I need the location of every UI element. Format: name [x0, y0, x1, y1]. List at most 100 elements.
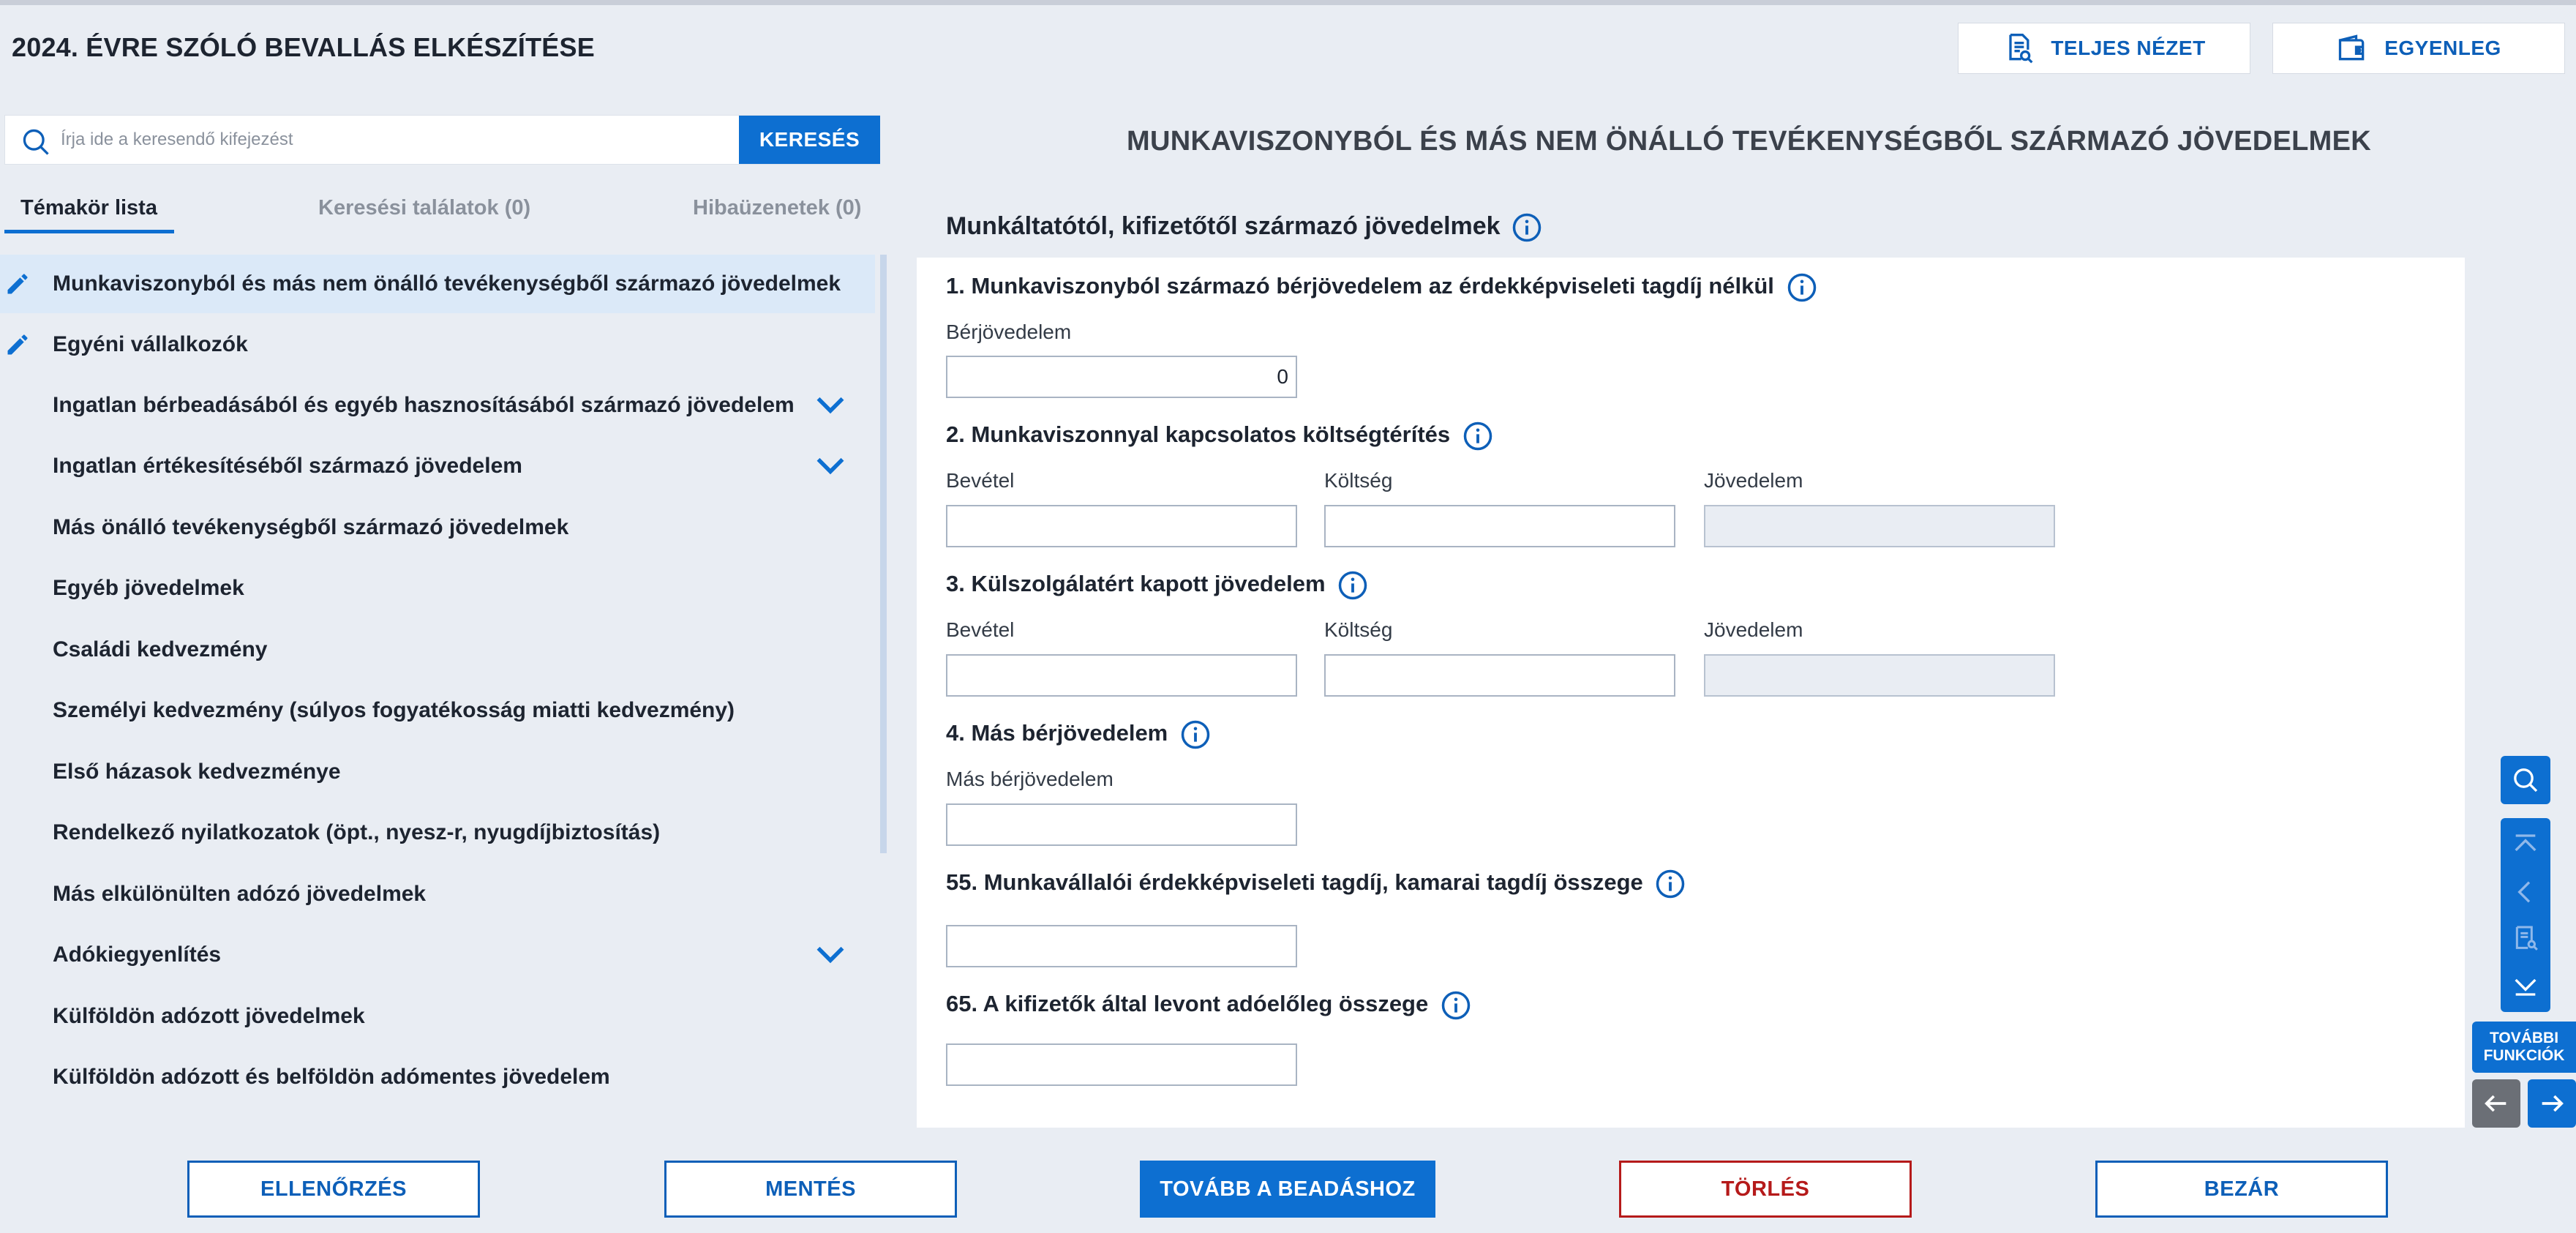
question-55-title: 55. Munkavállalói érdekképviseleti tagdí… [946, 869, 1686, 899]
full-view-label: TELJES NÉZET [2051, 37, 2206, 59]
q2-revenue-input[interactable] [946, 505, 1297, 547]
wage-income-label: Bérjövedelem [946, 321, 1072, 343]
tax-advance-input[interactable] [946, 1043, 1297, 1086]
topic-label: Egyéni vállalkozók [53, 332, 248, 356]
pencil-icon [7, 274, 28, 294]
question-2-title-text: 2. Munkaviszonnyal kapcsolatos költségté… [946, 421, 1451, 448]
other-wage-input[interactable] [946, 803, 1297, 846]
section-title: MUNKAVISZONYBÓL ÉS MÁS NEM ÖNÁLLÓ TEVÉKE… [1127, 126, 2371, 157]
topic-item[interactable]: Első házasok kedvezménye [0, 743, 875, 801]
topic-item[interactable]: Rendelkező nyilatkozatok (öpt., nyesz-r,… [0, 803, 875, 862]
q2-cost-label: Költség [1324, 469, 1393, 492]
topic-item[interactable]: Más önálló tevékenységből származó jöved… [0, 498, 875, 557]
q2-income-field [1704, 505, 2055, 547]
submit-button[interactable]: TOVÁBB A BEADÁSHOZ [1140, 1161, 1435, 1218]
info-icon[interactable] [1655, 869, 1686, 899]
q2-revenue-label: Bevétel [946, 469, 1015, 492]
topic-item[interactable]: Más elkülönülten adózó jövedelmek [0, 865, 875, 923]
card-title-text: Munkáltatótól, kifizetőtől származó jöve… [946, 212, 1501, 240]
chevron-down-icon[interactable] [814, 394, 846, 416]
q2-income-label: Jövedelem [1704, 469, 1803, 492]
topic-label: Egyéb jövedelmek [53, 576, 244, 600]
topic-label: Külföldön adózott és belföldön adómentes… [53, 1065, 610, 1089]
toolbar-search-button[interactable] [2501, 756, 2550, 804]
next-button[interactable] [2528, 1079, 2576, 1128]
info-icon[interactable] [1787, 272, 1817, 303]
q3-income-label: Jövedelem [1704, 618, 1803, 641]
delete-button[interactable]: TÖRLÉS [1619, 1161, 1912, 1218]
topic-label: Adókiegyenlítés [53, 942, 222, 967]
topic-item[interactable]: Személyi kedvezmény (súlyos fogyatékossá… [0, 681, 875, 740]
q3-income-field [1704, 654, 2055, 697]
topic-item[interactable]: Munkaviszonyból és más nem önálló tevéke… [0, 255, 875, 313]
tab-error-messages[interactable]: Hibaüzenetek (0) [693, 196, 861, 220]
topic-item[interactable]: Ingatlan bérbeadásából és egyéb hasznosí… [0, 376, 875, 435]
arrow-left-icon [2485, 1095, 2506, 1112]
other-wage-label: Más bérjövedelem [946, 768, 1114, 790]
top-border [0, 0, 2576, 5]
wage-income-input[interactable] [946, 356, 1297, 398]
tab-topic-list[interactable]: Témakör lista [20, 196, 157, 220]
pencil-icon [7, 334, 28, 355]
membership-fee-input[interactable] [946, 925, 1297, 967]
check-button[interactable]: ELLENŐRZÉS [187, 1161, 480, 1218]
close-button[interactable]: BEZÁR [2095, 1161, 2388, 1218]
jump-to-bottom-icon[interactable] [2511, 969, 2540, 998]
topic-label: Ingatlan bérbeadásából és egyéb hasznosí… [53, 393, 795, 417]
topic-label: Családi kedvezmény [53, 637, 268, 662]
card-header: Munkáltatótól, kifizetőtől származó jöve… [917, 193, 2465, 258]
question-65-title: 65. A kifizetők által levont adóelőleg ö… [946, 990, 1471, 1021]
question-3-title: 3. Külszolgálatért kapott jövedelem [946, 570, 1368, 601]
info-icon[interactable] [1180, 719, 1211, 750]
full-view-button[interactable]: TELJES NÉZET [1958, 23, 2250, 74]
topic-item[interactable]: Adókiegyenlítés [0, 926, 875, 984]
topic-label: Más elkülönülten adózó jövedelmek [53, 882, 427, 906]
topic-item[interactable]: Családi kedvezmény [0, 621, 875, 679]
topic-item[interactable]: Egyéni vállalkozók [0, 315, 875, 374]
info-icon[interactable] [1441, 990, 1471, 1021]
q2-cost-input[interactable] [1324, 505, 1675, 547]
q3-cost-input[interactable] [1324, 654, 1675, 697]
topic-list-scrollbar[interactable] [880, 255, 887, 853]
balance-button[interactable]: EGYENLEG [2272, 23, 2565, 74]
info-icon[interactable] [1462, 421, 1493, 451]
topic-label: Személyi kedvezmény (súlyos fogyatékossá… [53, 698, 735, 722]
question-4-title: 4. Más bérjövedelem [946, 719, 1211, 750]
more-functions-line-2: FUNKCIÓK [2483, 1047, 2565, 1064]
chevron-down-icon[interactable] [814, 455, 846, 477]
info-icon[interactable] [1337, 570, 1368, 601]
topic-label: Első házasok kedvezménye [53, 760, 341, 784]
wallet-icon [2339, 34, 2365, 61]
chevron-left-icon[interactable] [2511, 877, 2540, 907]
document-view-icon[interactable] [2511, 923, 2540, 953]
topic-label: Munkaviszonyból és más nem önálló tevéke… [53, 271, 841, 296]
topic-label: Rendelkező nyilatkozatok (öpt., nyesz-r,… [53, 820, 661, 844]
previous-button[interactable] [2472, 1079, 2520, 1128]
topic-item[interactable]: Ingatlan értékesítéséből származó jövede… [0, 437, 875, 495]
navigation-toolbar [2501, 818, 2550, 1012]
save-button[interactable]: MENTÉS [664, 1161, 957, 1218]
question-1-title: 1. Munkaviszonyból származó bérjövedelem… [946, 272, 1817, 303]
topic-item[interactable]: Egyéb jövedelmek [0, 559, 875, 618]
topic-label: Más önálló tevékenységből származó jöved… [53, 515, 569, 539]
search-icon [2514, 768, 2538, 792]
topic-item[interactable]: Külföldön adózott jövedelmek [0, 987, 875, 1046]
search-input[interactable] [61, 116, 734, 164]
q3-revenue-input[interactable] [946, 654, 1297, 697]
topic-item[interactable]: Külföldön adózott és belföldön adómentes… [0, 1048, 875, 1106]
jump-to-top-icon[interactable] [2511, 832, 2540, 861]
info-icon[interactable] [1512, 212, 1542, 243]
tab-search-results[interactable]: Keresési találatok (0) [318, 196, 530, 220]
q3-revenue-label: Bevétel [946, 618, 1015, 641]
left-panel-tabs: Témakör lista Keresési találatok (0) Hib… [4, 190, 880, 233]
search-bar: KERESÉS [4, 115, 880, 165]
question-55-title-text: 55. Munkavállalói érdekképviseleti tagdí… [946, 869, 1643, 896]
more-functions-line-1: TOVÁBBI [2489, 1030, 2559, 1046]
more-functions-button[interactable]: TOVÁBBI FUNKCIÓK [2472, 1022, 2576, 1073]
topic-label: Ingatlan értékesítéséből származó jövede… [53, 454, 522, 478]
chevron-down-icon[interactable] [814, 944, 846, 966]
arrow-right-icon [2542, 1095, 2564, 1112]
question-65-title-text: 65. A kifizetők által levont adóelőleg ö… [946, 991, 1429, 1017]
question-1-title-text: 1. Munkaviszonyból származó bérjövedelem… [946, 273, 1774, 299]
search-button[interactable]: KERESÉS [739, 116, 880, 164]
